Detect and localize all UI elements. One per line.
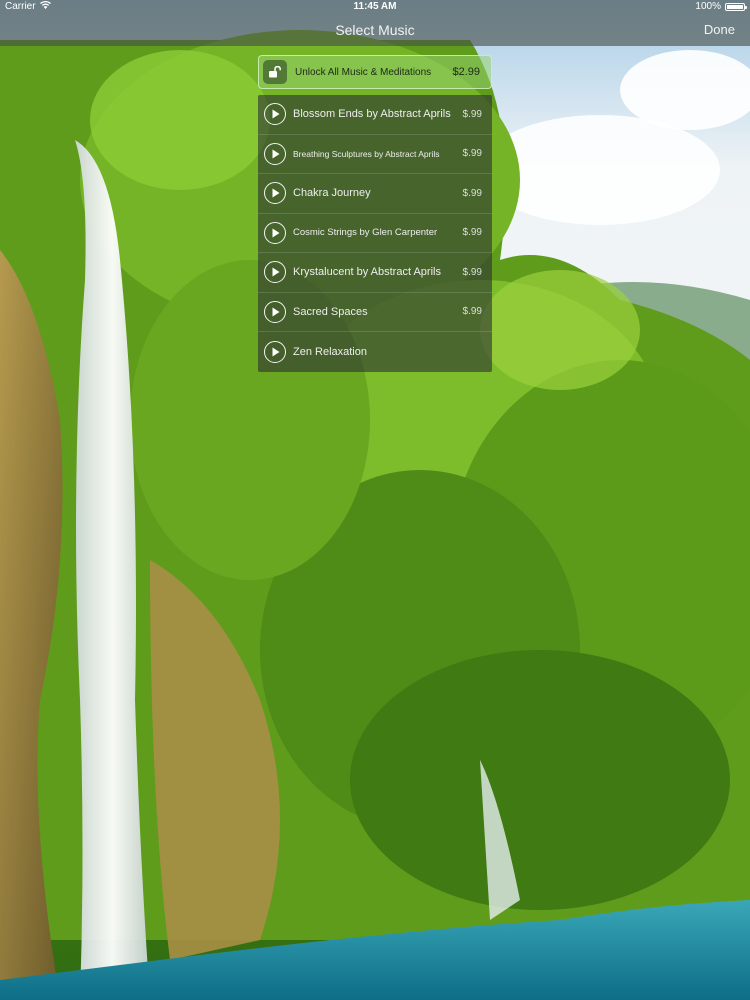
play-icon[interactable] (264, 103, 286, 126)
battery-level-fill (727, 5, 743, 9)
track-row-sacred-spaces[interactable]: Sacred Spaces $.99 (258, 293, 492, 332)
track-title: Blossom Ends by Abstract Aprils (293, 108, 451, 121)
track-title: Breathing Sculptures by Abstract Aprils (293, 148, 440, 159)
done-button[interactable]: Done (704, 22, 735, 37)
track-price: $.99 (462, 266, 482, 278)
music-track-list: Blossom Ends by Abstract Aprils $.99 Bre… (258, 95, 492, 372)
track-title: Zen Relaxation (293, 345, 367, 358)
unlock-icon (263, 60, 287, 84)
play-icon[interactable] (264, 300, 286, 323)
track-row-zen-relaxation[interactable]: Zen Relaxation (258, 332, 492, 372)
track-price: $.99 (462, 148, 482, 160)
track-price: $.99 (462, 227, 482, 239)
status-bar: Carrier 11:45 AM 100% (0, 0, 750, 14)
unlock-all-price: $2.99 (452, 66, 480, 78)
status-time: 11:45 AM (353, 1, 397, 12)
play-icon[interactable] (264, 182, 286, 205)
play-icon[interactable] (264, 340, 286, 363)
track-price: $.99 (462, 306, 482, 318)
unlock-all-label: Unlock All Music & Meditations (295, 66, 432, 78)
battery-percent: 100% (695, 1, 721, 12)
track-row-blossom-ends[interactable]: Blossom Ends by Abstract Aprils $.99 (258, 95, 492, 135)
track-row-krystalucent[interactable]: Krystalucent by Abstract Aprils $.99 (258, 253, 492, 293)
track-title: Cosmic Strings by Glen Carpenter (293, 227, 438, 239)
track-title: Chakra Journey (293, 187, 371, 200)
track-row-cosmic-strings[interactable]: Cosmic Strings by Glen Carpenter $.99 (258, 214, 492, 253)
track-title: Sacred Spaces (293, 305, 368, 318)
play-icon[interactable] (264, 221, 286, 244)
unlock-all-button[interactable]: Unlock All Music & Meditations $2.99 (258, 55, 492, 89)
track-row-breathing-sculptures[interactable]: Breathing Sculptures by Abstract Aprils … (258, 135, 492, 174)
play-icon[interactable] (264, 261, 286, 284)
track-price: $.99 (462, 187, 482, 199)
battery-icon (725, 3, 747, 11)
track-row-chakra-journey[interactable]: Chakra Journey $.99 (258, 174, 492, 214)
nav-title: Select Music (335, 22, 415, 38)
track-title: Krystalucent by Abstract Aprils (293, 266, 441, 279)
play-icon[interactable] (264, 142, 286, 165)
track-price: $.99 (462, 108, 482, 120)
